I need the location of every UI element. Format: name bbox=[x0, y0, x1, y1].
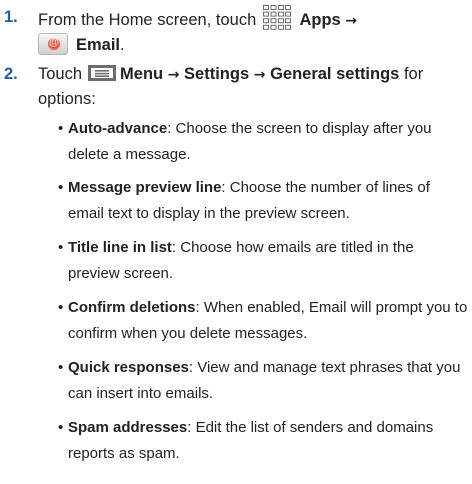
bullet-icon: • bbox=[58, 179, 64, 196]
list-item-term: Spam addresses bbox=[68, 419, 188, 436]
bullet-icon: • bbox=[58, 239, 64, 256]
apps-grid-icon bbox=[262, 5, 291, 30]
list-item-term: Confirm deletions bbox=[68, 299, 196, 316]
arrow-icon: → bbox=[167, 67, 180, 83]
step-1-text: From the Home screen, touch Apps → @ Ema… bbox=[38, 5, 468, 57]
apps-label: Apps bbox=[299, 11, 341, 29]
bullet-icon: • bbox=[58, 299, 64, 316]
arrow-icon: → bbox=[253, 67, 266, 83]
list-item-quick-responses: • Quick responses: View and manage text … bbox=[58, 355, 468, 407]
menu-icon bbox=[88, 65, 117, 81]
list-item-spam-addresses: • Spam addresses: Edit the list of sende… bbox=[58, 415, 468, 467]
list-item-term: Title line in list bbox=[68, 239, 172, 256]
bullet-icon: • bbox=[58, 359, 64, 376]
step-1-number: 1. bbox=[4, 8, 18, 26]
list-item-message-preview-line: • Message preview line: Choose the numbe… bbox=[58, 175, 468, 227]
bullet-icon: • bbox=[58, 419, 64, 436]
settings-label: Settings bbox=[184, 65, 250, 83]
list-item-confirm-deletions: • Confirm deletions: When enabled, Email… bbox=[58, 295, 468, 347]
step-2-prefix: Touch bbox=[38, 65, 83, 83]
step-1-prefix: From the Home screen, touch bbox=[38, 11, 257, 29]
list-item-term: Message preview line bbox=[68, 179, 222, 196]
email-app-icon: @ bbox=[38, 33, 68, 55]
step-1-suffix: . bbox=[120, 36, 125, 54]
email-label: Email bbox=[76, 36, 121, 54]
list-item-term: Quick responses bbox=[68, 359, 189, 376]
step-2-number: 2. bbox=[4, 65, 18, 83]
bullet-icon: • bbox=[58, 120, 64, 137]
step-2-text: Touch Menu → Settings → General settings… bbox=[38, 62, 468, 111]
list-item-title-line-in-list: • Title line in list: Choose how emails … bbox=[58, 235, 468, 287]
list-item-term: Auto-advance bbox=[68, 120, 168, 137]
arrow-icon: → bbox=[345, 13, 358, 29]
general-settings-label: General settings bbox=[270, 65, 400, 83]
list-item-auto-advance: • Auto-advance: Choose the screen to dis… bbox=[58, 116, 468, 168]
menu-label: Menu bbox=[120, 65, 164, 83]
